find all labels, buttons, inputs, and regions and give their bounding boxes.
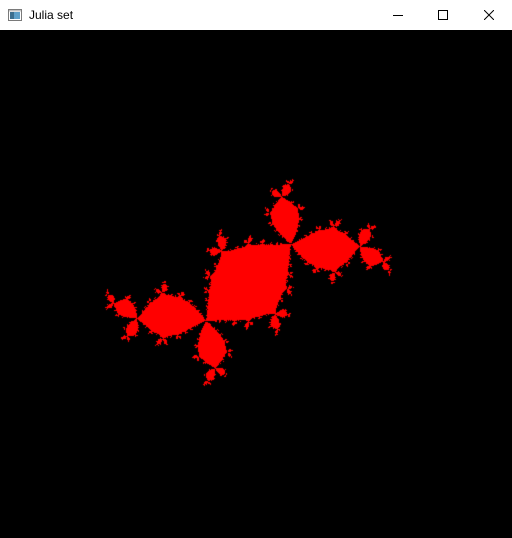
canvas-area[interactable] xyxy=(0,30,512,538)
minimize-button[interactable] xyxy=(375,0,421,30)
julia-set-canvas[interactable] xyxy=(0,30,512,538)
maximize-button[interactable] xyxy=(420,0,466,30)
title-bar[interactable]: Julia set xyxy=(0,0,512,30)
minimize-icon xyxy=(393,10,403,20)
window-app-icon[interactable] xyxy=(8,8,22,21)
window-title: Julia set xyxy=(29,8,74,22)
maximize-icon xyxy=(438,10,448,20)
close-button[interactable] xyxy=(466,0,512,30)
app-window: Julia set xyxy=(0,0,512,538)
close-icon xyxy=(484,10,494,20)
